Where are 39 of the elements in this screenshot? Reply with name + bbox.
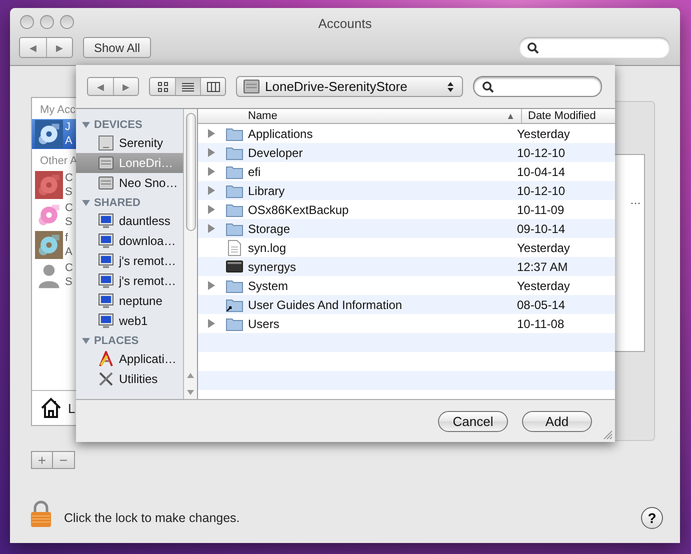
- account-type: A: [65, 134, 72, 148]
- file-name: syn.log: [248, 240, 288, 254]
- file-name: Developer: [248, 146, 304, 160]
- file-name: Applications: [248, 126, 314, 140]
- file-name: Storage: [248, 222, 292, 236]
- account-name: J: [65, 120, 70, 134]
- date-modified: 08-05-14: [517, 298, 566, 312]
- account-type: S: [65, 215, 72, 229]
- date-modified: 10-04-14: [517, 164, 566, 178]
- date-modified: 12:37 AM: [517, 260, 568, 274]
- file-name: User Guides And Information: [248, 298, 404, 312]
- section-header: My Acc: [39, 103, 76, 118]
- date-modified: 09-10-14: [517, 222, 566, 236]
- account-name: C: [65, 261, 73, 275]
- date-modified: Yesterday: [517, 240, 570, 254]
- sidebar-header: DEVICES: [94, 119, 142, 131]
- file-name: efi: [248, 164, 262, 178]
- date-modified: Yesterday: [517, 126, 570, 140]
- lock-message: Click the lock to make changes.: [64, 511, 240, 525]
- date-modified: 10-12-10: [517, 146, 566, 160]
- truncated-text: …: [630, 195, 641, 207]
- file-name: Library: [248, 184, 286, 198]
- sidebar-header: SHARED: [94, 197, 140, 209]
- date-modified: 10-12-10: [517, 184, 566, 198]
- file-name: Users: [248, 316, 280, 330]
- date-modified: Yesterday: [517, 278, 570, 292]
- account-type: S: [65, 275, 72, 289]
- file-name: synergys: [248, 260, 298, 274]
- account-name: f: [65, 231, 68, 245]
- date-modified: 10-11-08: [517, 316, 564, 330]
- file-name: OSx86KextBackup: [248, 202, 350, 216]
- window-title: Accounts: [318, 15, 372, 33]
- sidebar-header: PLACES: [94, 335, 139, 347]
- account-type: A: [65, 245, 72, 259]
- account-name: C: [65, 171, 73, 185]
- date-modified: 10-11-09: [517, 202, 564, 216]
- account-type: S: [65, 185, 72, 199]
- account-name: C: [65, 201, 73, 215]
- file-name: System: [248, 278, 290, 292]
